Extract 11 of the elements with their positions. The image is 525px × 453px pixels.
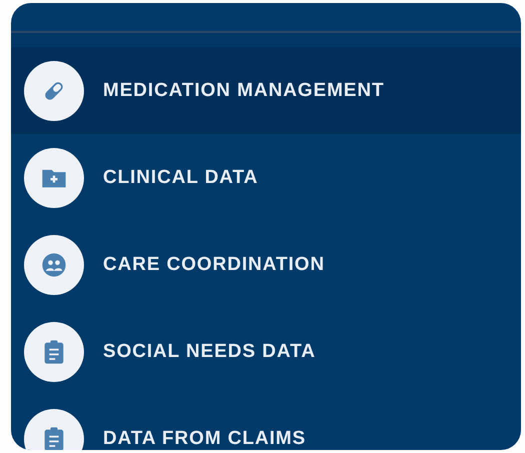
people-icon <box>40 250 68 278</box>
menu-item[interactable]: CLINICAL DATA <box>11 134 521 221</box>
menu-item[interactable]: DATA FROM CLAIMS <box>11 395 521 450</box>
menu-item[interactable]: MEDICATION MANAGEMENT <box>11 47 521 134</box>
menu-item-label: SOCIAL NEEDS DATA <box>103 340 316 362</box>
menu-item-label: MEDICATION MANAGEMENT <box>103 80 384 102</box>
menu-item-label: CLINICAL DATA <box>103 166 258 188</box>
menu-item[interactable]: SOCIAL NEEDS DATA <box>11 308 521 395</box>
menu-item-label: CARE COORDINATION <box>103 254 325 276</box>
menu-item[interactable]: CARE COORDINATION <box>11 221 521 308</box>
menu-item-label: DATA FROM CLAIMS <box>103 428 306 450</box>
